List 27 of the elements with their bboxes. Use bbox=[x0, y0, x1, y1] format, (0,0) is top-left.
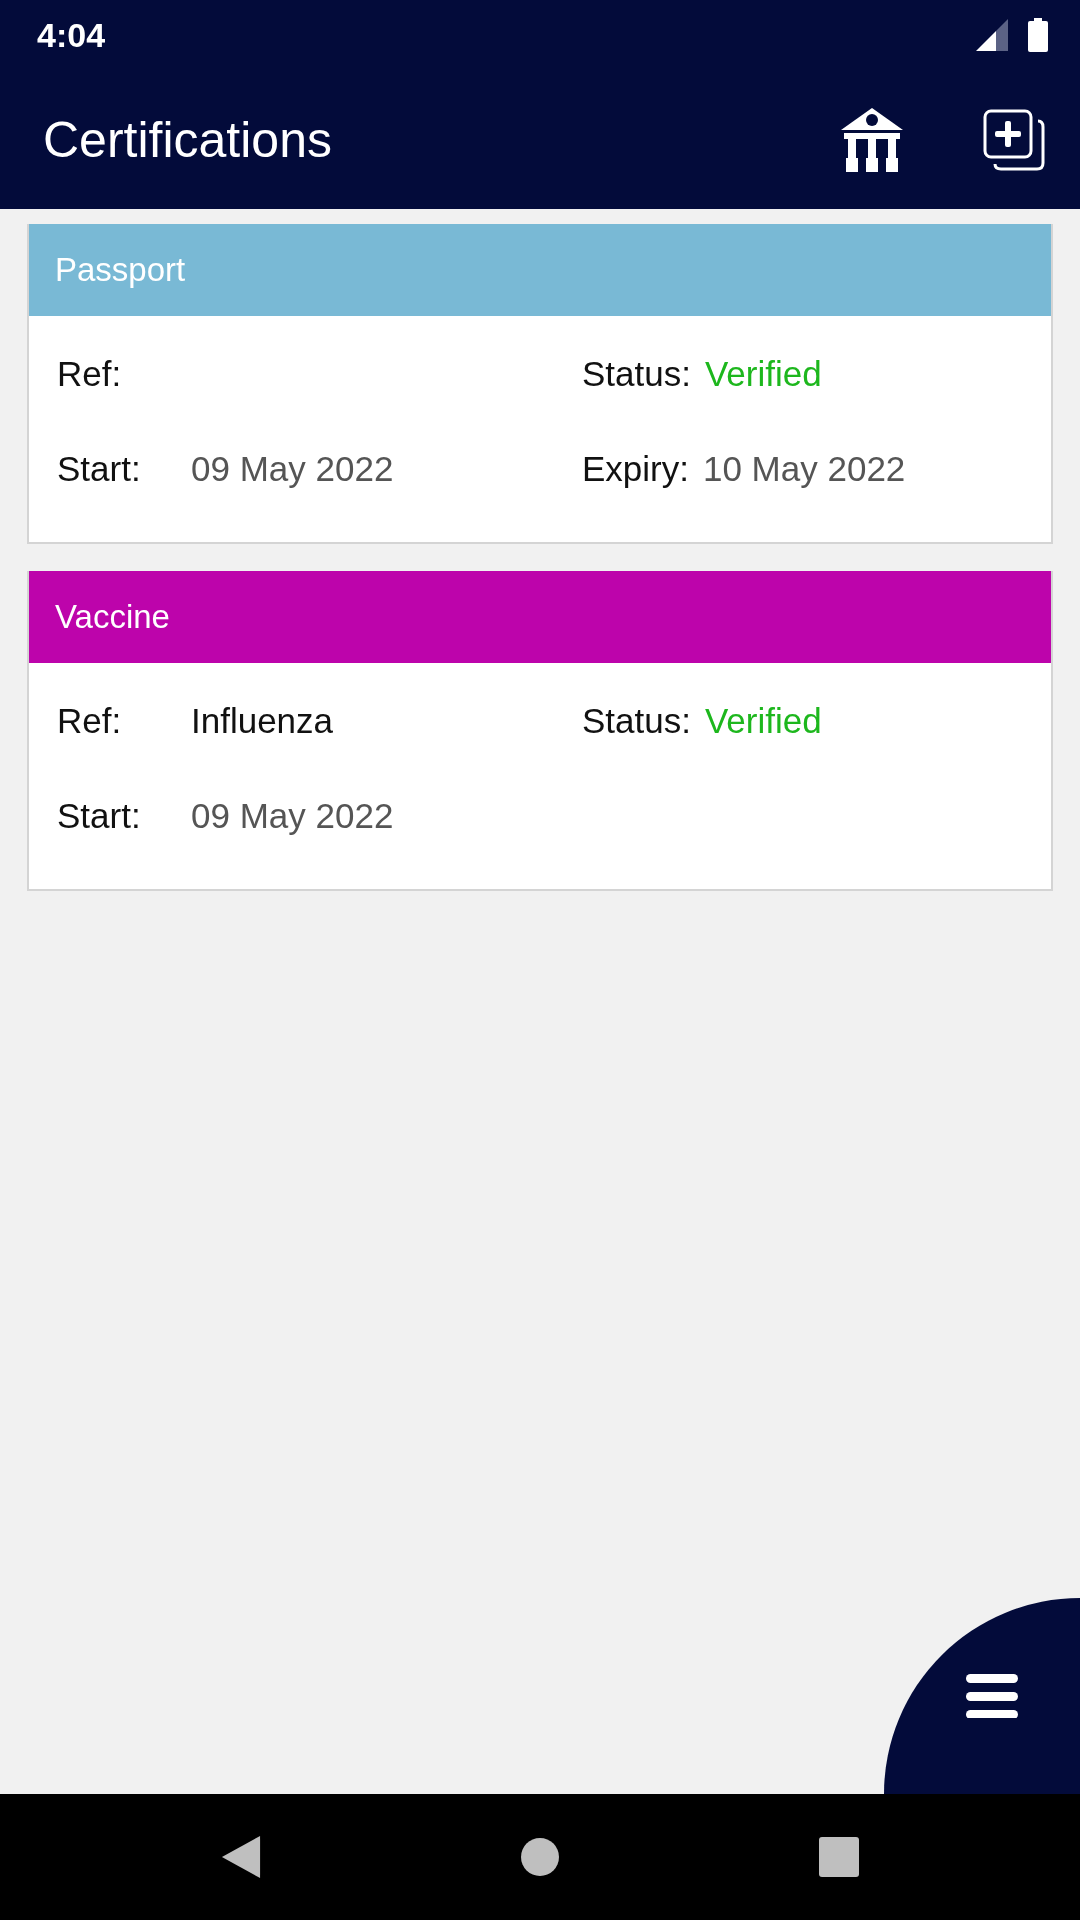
add-copy-icon[interactable] bbox=[983, 108, 1045, 171]
status-value: Verified bbox=[704, 700, 822, 741]
back-icon[interactable] bbox=[221, 1836, 261, 1878]
field-value: Influenza bbox=[191, 700, 334, 741]
field-value: 09 May 2022 bbox=[191, 448, 394, 489]
card-header: Passport bbox=[29, 224, 1051, 316]
screen-title: Certifications bbox=[43, 110, 333, 169]
field-label: Status: bbox=[582, 700, 691, 741]
status-value: Verified bbox=[704, 353, 822, 394]
battery-icon bbox=[1028, 18, 1048, 52]
menu-icon bbox=[966, 1674, 1018, 1718]
field-label: Ref: bbox=[57, 353, 123, 394]
bank-icon[interactable] bbox=[841, 107, 903, 172]
field-label: Start: bbox=[57, 795, 142, 836]
certification-card[interactable]: Vaccine Ref: Influenza Status: Verified Start: 09 May 2022 bbox=[27, 571, 1053, 891]
field-value: 09 May 2022 bbox=[191, 795, 394, 836]
recents-icon[interactable] bbox=[819, 1836, 859, 1878]
field-label: Ref: bbox=[57, 700, 123, 741]
status-time: 4:04 bbox=[37, 15, 106, 55]
card-header: Vaccine bbox=[29, 571, 1051, 663]
field-label: Start: bbox=[57, 448, 142, 489]
home-icon[interactable] bbox=[520, 1836, 560, 1878]
field-value: 10 May 2022 bbox=[702, 448, 906, 489]
field-label: Status: bbox=[582, 353, 691, 394]
signal-icon bbox=[976, 19, 1008, 51]
certification-card[interactable]: Passport Ref: Status: Verified Start: 09 May 2022 Expiry: 10 May 2022 bbox=[27, 224, 1053, 544]
field-label: Expiry: bbox=[582, 448, 689, 489]
